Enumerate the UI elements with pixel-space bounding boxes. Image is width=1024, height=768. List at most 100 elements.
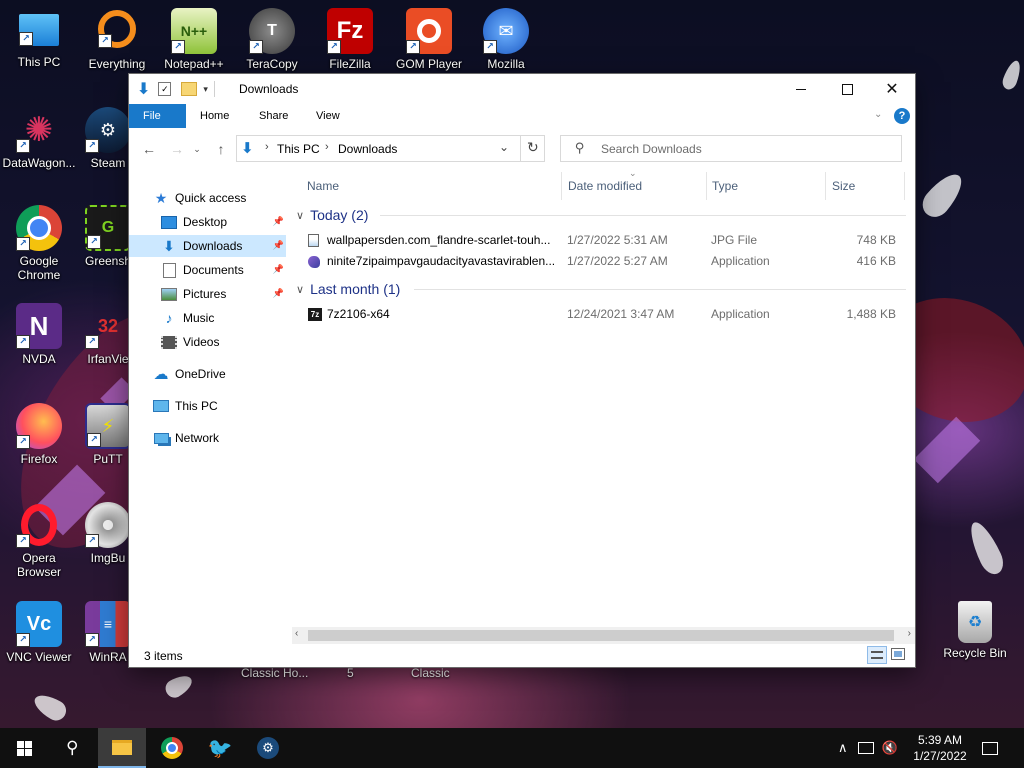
up-button[interactable]: ↑ (211, 139, 231, 159)
column-separator[interactable] (706, 172, 707, 200)
nav-item-desktop[interactable]: Desktop 📌 (129, 211, 286, 233)
nav-item-this-pc[interactable]: This PC (129, 395, 286, 417)
pin-icon[interactable]: 📌 (273, 264, 284, 275)
taskbar-steam[interactable]: ⚙ (244, 728, 292, 768)
pin-icon[interactable]: 📌 (273, 216, 284, 227)
desktop-icon-gom-player[interactable]: ↗ GOM Player (392, 8, 466, 71)
download-arrow-icon: ⬇ (163, 237, 175, 254)
taskbar-chrome[interactable] (148, 728, 196, 768)
new-folder-icon[interactable] (181, 82, 198, 96)
search-input[interactable] (599, 141, 893, 157)
taskbar-file-explorer[interactable] (98, 728, 146, 768)
group-label: Last month (1) (310, 281, 401, 297)
customize-toolbar-chevron-icon[interactable]: ▾ (203, 84, 208, 95)
ribbon-expand-chevron-icon[interactable]: ⌄ (874, 109, 882, 120)
desktop-icon-winrar[interactable]: ≡ ↗ WinRA (80, 601, 136, 664)
search-button[interactable]: ⚲ (48, 728, 96, 768)
winrar-icon: ≡ ↗ (85, 601, 131, 647)
nav-item-network[interactable]: Network (129, 427, 286, 449)
back-button[interactable]: ← (139, 139, 159, 159)
opera-icon: ↗ (16, 502, 62, 548)
search-icon: ⚲ (65, 738, 79, 757)
nav-item-music[interactable]: ♪ Music (129, 307, 286, 329)
address-bar[interactable]: ⬇ › This PC › Downloads ⌄ (236, 135, 545, 162)
desktop-icon-datawagon[interactable]: ✺ ↗ DataWagon... (2, 107, 76, 170)
large-icons-view-button[interactable] (891, 648, 905, 660)
desktop-icon-thunderbird[interactable]: ✉ ↗ Mozilla (469, 8, 543, 71)
nav-item-downloads[interactable]: ⬇ Downloads 📌 (129, 235, 286, 257)
address-dropdown-chevron-icon[interactable]: ⌄ (499, 140, 509, 154)
nav-item-documents[interactable]: Documents 📌 (129, 259, 286, 281)
file-name: 7z2106-x64 (327, 307, 390, 321)
details-view-button[interactable] (867, 646, 887, 664)
column-header-size[interactable]: Size (832, 172, 855, 200)
maximize-button[interactable] (824, 74, 870, 104)
forward-button[interactable]: → (167, 139, 187, 159)
tab-file[interactable]: File (129, 104, 186, 128)
column-separator[interactable] (561, 172, 562, 200)
breadcrumb-this-pc[interactable]: This PC (277, 142, 320, 156)
volume-muted-icon[interactable]: 🔇 (882, 740, 898, 756)
desktop-icon-chrome[interactable]: ↗ Google Chrome (2, 205, 76, 282)
column-header-type[interactable]: Type (712, 172, 738, 200)
desktop-icon-nvda[interactable]: N ↗ NVDA (2, 303, 76, 366)
network-icon[interactable] (857, 742, 874, 754)
column-header-name[interactable]: Name (307, 172, 339, 200)
wallpaper-feather (162, 671, 196, 701)
desktop-icon-irfanview[interactable]: 32 ↗ IrfanVie (80, 303, 136, 366)
properties-checkbox-icon[interactable]: ✓ (158, 82, 172, 96)
document-icon (161, 262, 177, 278)
wallpaper-crystal (913, 416, 981, 484)
group-header-last-month[interactable]: ∨ Last month (1) (296, 278, 906, 300)
close-button[interactable]: ✕ (869, 74, 915, 104)
breadcrumb-downloads[interactable]: Downloads (338, 142, 397, 156)
desktop-icon-steam[interactable]: ⚙ ↗ Steam (80, 107, 136, 170)
tab-view[interactable]: View (302, 104, 354, 128)
pin-icon[interactable]: 📌 (273, 288, 284, 299)
nav-item-videos[interactable]: Videos (129, 331, 286, 353)
file-row[interactable]: 7z 7z2106-x64 12/24/2021 3:47 AM Applica… (306, 304, 906, 325)
column-separator[interactable] (825, 172, 826, 200)
group-header-today[interactable]: ∨ Today (2) (296, 204, 906, 226)
nav-item-onedrive[interactable]: ☁ OneDrive (129, 363, 286, 385)
desktop-icon-this-pc[interactable]: ↗ This PC (2, 8, 76, 69)
show-hidden-icons-chevron-icon[interactable]: ∧ (838, 740, 848, 756)
desktop-icon-putty[interactable]: ⚡ ↗ PuTT (80, 403, 136, 466)
scroll-left-arrow-icon[interactable]: ‹ (295, 628, 298, 639)
tab-home[interactable]: Home (186, 104, 243, 128)
file-row[interactable]: ninite7zipaimpavgaudacityavastavirablen.… (306, 251, 906, 272)
nav-item-pictures[interactable]: Pictures 📌 (129, 283, 286, 305)
desktop-icon-teracopy[interactable]: T ↗ TeraCopy (235, 8, 309, 71)
desktop-icon-recycle-bin[interactable]: ♻ Recycle Bin (938, 601, 1012, 660)
notifications-button[interactable] (968, 728, 1012, 768)
scrollbar-thumb[interactable] (308, 630, 894, 641)
vnc-icon: Vc ↗ (16, 601, 62, 647)
desktop-icon-vnc-viewer[interactable]: Vc ↗ VNC Viewer (2, 601, 76, 664)
column-separator[interactable] (904, 172, 905, 200)
desktop-icon-filezilla[interactable]: Fz ↗ FileZilla (313, 8, 387, 71)
refresh-button[interactable]: ↻ (520, 135, 546, 162)
search-box[interactable]: ⚲ (560, 135, 902, 162)
file-row[interactable]: wallpapersden.com_flandre-scarlet-touh..… (306, 230, 906, 251)
recent-locations-button[interactable]: ⌄ (191, 139, 203, 159)
column-header-date-modified[interactable]: Date modified (568, 172, 642, 200)
desktop-icon-firefox[interactable]: ↗ Firefox (2, 403, 76, 466)
navigation-pane: ★ Quick access Desktop 📌 ⬇ Downloads 📌 D… (129, 172, 292, 627)
pin-icon[interactable]: 📌 (273, 240, 284, 251)
taskbar-downloads-app[interactable]: 🐦 (196, 728, 244, 768)
start-button[interactable] (0, 728, 48, 768)
clock[interactable]: 5:39 AM 1/27/2022 (905, 732, 975, 764)
title-bar[interactable]: ⬇ ✓ ▾ Downloads ✕ (129, 74, 915, 104)
help-icon[interactable]: ? (894, 108, 910, 124)
clock-time: 5:39 AM (917, 733, 963, 747)
minimize-button[interactable] (778, 74, 824, 104)
desktop-icon-opera[interactable]: ↗ Opera Browser (2, 502, 76, 579)
desktop-icon-notepadpp[interactable]: N++ ↗ Notepad++ (157, 8, 231, 71)
nav-item-quick-access[interactable]: ★ Quick access (129, 187, 286, 209)
desktop-icon-everything[interactable]: ↗ Everything (80, 8, 154, 71)
desktop-icon-greenshot[interactable]: G ↗ Greensh (80, 205, 136, 268)
horizontal-scrollbar[interactable]: ‹ › (292, 627, 915, 644)
scroll-right-arrow-icon[interactable]: › (908, 628, 911, 639)
desktop-icon-imgburn[interactable]: ↗ ImgBu (80, 502, 136, 565)
tab-share[interactable]: Share (245, 104, 302, 128)
